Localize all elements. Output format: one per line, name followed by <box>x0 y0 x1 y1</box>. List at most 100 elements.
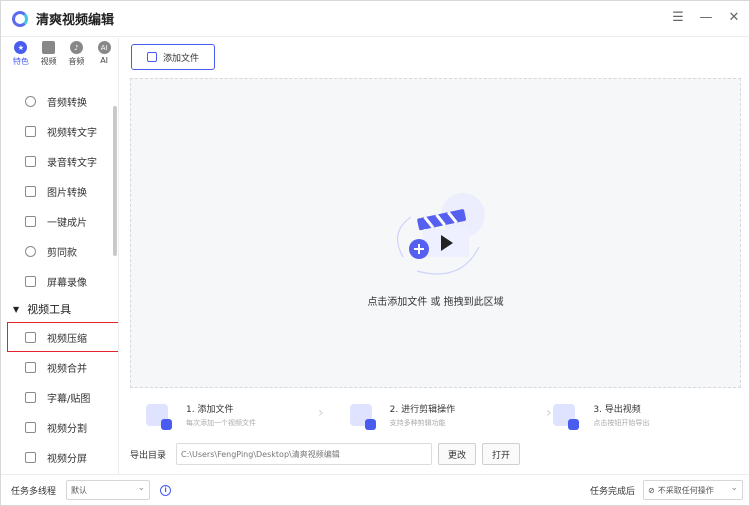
threads-label: 任务多线程 <box>11 486 57 497</box>
step-add-file: 1. 添加文件 每次添加一个视频文件 <box>130 402 334 430</box>
sidebar-item-screen-record[interactable]: 屏幕录像 <box>1 266 113 296</box>
chevron-down-icon: ⌄ <box>730 483 738 493</box>
sidebar-item-label: 字幕/贴图 <box>47 393 91 405</box>
threads-value: 默认 <box>71 485 88 495</box>
drop-zone[interactable]: 点击添加文件 或 拖拽到此区域 <box>130 78 741 388</box>
sidebar-item-video-to-text[interactable]: 视频转文字 <box>1 116 113 146</box>
add-file-step-icon <box>146 404 172 430</box>
tab-label: 视频 <box>40 57 57 66</box>
export-path-field[interactable]: C:\Users\FengPing\Desktop\清爽视频编辑 <box>176 443 432 465</box>
minimize-icon[interactable]: — <box>699 10 713 25</box>
sidebar-item-video-merge[interactable]: 视频合并 <box>1 352 113 382</box>
step-title: 2. 进行剪辑操作 <box>389 405 456 415</box>
steps-guide: 1. 添加文件 每次添加一个视频文件 › 2. 进行剪辑操作 支持多种剪辑功能 … <box>130 395 741 435</box>
sidebar-item-label: 视频合并 <box>47 363 87 375</box>
sidebar-scrollbar[interactable] <box>113 106 117 256</box>
sidebar-item-one-click[interactable]: 一键成片 <box>1 206 113 236</box>
window-controls: ☰ — ✕ <box>671 10 741 25</box>
after-task-label: 任务完成后 <box>589 486 635 497</box>
category-tabs: ★ 特色 视频 ♪ 音频 AI AI <box>1 38 118 74</box>
close-icon[interactable]: ✕ <box>727 10 741 25</box>
video-text-icon <box>25 125 36 137</box>
app-window: 清爽视频编辑 ☰ — ✕ ★ 特色 视频 ♪ 音频 AI AI 音频转换 视频转… <box>0 0 750 506</box>
clapperboard-illustration <box>381 187 491 287</box>
tab-featured[interactable]: ★ 特色 <box>7 38 35 74</box>
export-label: 导出目录 <box>130 450 167 461</box>
ban-icon: ⊘ <box>648 485 655 495</box>
sidebar-item-audio-to-text[interactable]: 录音转文字 <box>1 146 113 176</box>
bottom-bar: 任务多线程 默认 ⌄ i 任务完成后 ⊘ 不采取任何操作 ⌄ <box>1 474 749 505</box>
step-edit: 2. 进行剪辑操作 支持多种剪辑功能 <box>334 402 538 430</box>
export-step-icon <box>553 404 580 430</box>
audio-text-icon <box>25 155 36 167</box>
sidebar-item-subtitle[interactable]: 字幕/贴图 <box>1 382 113 412</box>
sidebar-item-label: 视频转文字 <box>47 127 97 139</box>
sidebar-item-split-screen[interactable]: 视频分屏 <box>1 442 113 472</box>
step-subtitle: 每次添加一个视频文件 <box>186 419 256 427</box>
chevron-right-icon: › <box>546 405 552 421</box>
tab-label: 音频 <box>68 57 85 66</box>
compress-icon <box>25 331 36 343</box>
sidebar-item-label: 一键成片 <box>47 217 87 229</box>
tab-video[interactable]: 视频 <box>35 38 63 74</box>
edit-step-icon <box>349 404 376 430</box>
sidebar: ★ 特色 视频 ♪ 音频 AI AI 音频转换 视频转文字 录音转文字 图片转换… <box>1 38 119 474</box>
drop-hint: 点击添加文件 或 拖拽到此区域 <box>367 297 504 308</box>
step-subtitle: 点击按钮开始导出 <box>593 419 650 427</box>
star-icon: ★ <box>14 41 28 54</box>
add-file-icon <box>146 52 157 62</box>
tab-ai[interactable]: AI AI <box>90 38 118 74</box>
sidebar-item-label: 视频分割 <box>47 423 87 435</box>
tool-menu: 音频转换 视频转文字 录音转文字 图片转换 一键成片 剪同款 屏幕录像 ▼ 视频… <box>1 86 118 472</box>
sidebar-item-video-compress[interactable]: 视频压缩 <box>7 322 118 352</box>
split-icon <box>25 421 36 433</box>
open-directory-button[interactable]: 打开 <box>482 443 520 465</box>
sidebar-item-video-split[interactable]: 视频分割 <box>1 412 113 442</box>
sidebar-item-label: 屏幕录像 <box>47 277 87 289</box>
chevron-right-icon: › <box>318 405 324 421</box>
subtitle-icon <box>25 391 36 403</box>
sidebar-item-template[interactable]: 剪同款 <box>1 236 113 266</box>
change-directory-button[interactable]: 更改 <box>438 443 476 465</box>
after-task-value: 不采取任何操作 <box>657 485 714 495</box>
title-bar: 清爽视频编辑 ☰ — ✕ <box>1 1 749 37</box>
add-file-button[interactable]: 添加文件 <box>131 44 215 70</box>
app-logo-icon <box>12 10 28 27</box>
app-title: 清爽视频编辑 <box>36 13 115 28</box>
menu-icon[interactable]: ☰ <box>671 10 685 25</box>
tab-label: AI <box>100 56 109 65</box>
video-icon <box>42 41 56 54</box>
image-icon <box>25 185 36 197</box>
merge-icon <box>25 361 36 373</box>
step-subtitle: 支持多种剪辑功能 <box>389 419 446 427</box>
magic-icon <box>25 215 36 227</box>
music-icon: ♪ <box>69 41 83 54</box>
threads-select[interactable]: 默认 ⌄ <box>66 480 151 500</box>
sidebar-item-label: 视频分屏 <box>47 453 87 465</box>
sidebar-item-image-convert[interactable]: 图片转换 <box>1 176 113 206</box>
template-icon <box>25 245 36 257</box>
chevron-down-icon: ⌄ <box>137 483 146 493</box>
info-icon[interactable]: i <box>160 484 172 496</box>
caret-down-icon: ▼ <box>13 304 20 314</box>
screen-record-icon <box>25 275 36 287</box>
step-title: 1. 添加文件 <box>186 405 234 415</box>
sidebar-item-label: 视频压缩 <box>47 333 87 345</box>
tab-audio[interactable]: ♪ 音频 <box>63 38 91 74</box>
after-task-select[interactable]: ⊘ 不采取任何操作 ⌄ <box>643 480 743 500</box>
step-title: 3. 导出视频 <box>593 405 641 415</box>
step-export: 3. 导出视频 点击按钮开始导出 <box>537 402 741 430</box>
add-file-label: 添加文件 <box>162 53 199 64</box>
sidebar-item-label: 图片转换 <box>47 187 87 199</box>
section-video-tools[interactable]: ▼ 视频工具 <box>1 296 113 322</box>
sidebar-item-audio-convert[interactable]: 音频转换 <box>1 86 113 116</box>
section-label: 视频工具 <box>27 303 72 316</box>
microphone-icon <box>25 95 36 107</box>
sidebar-item-label: 剪同款 <box>47 247 77 259</box>
sidebar-item-label: 音频转换 <box>47 97 87 109</box>
tab-label: 特色 <box>12 57 29 66</box>
ai-icon: AI <box>97 41 111 54</box>
export-directory-row: 导出目录 C:\Users\FengPing\Desktop\清爽视频编辑 更改… <box>130 442 741 466</box>
main-panel: 添加文件 点击添加文件 或 拖拽到此区域 1. 添加文件 每次添加一个视频文件 … <box>120 38 749 474</box>
split-screen-icon <box>25 451 36 463</box>
